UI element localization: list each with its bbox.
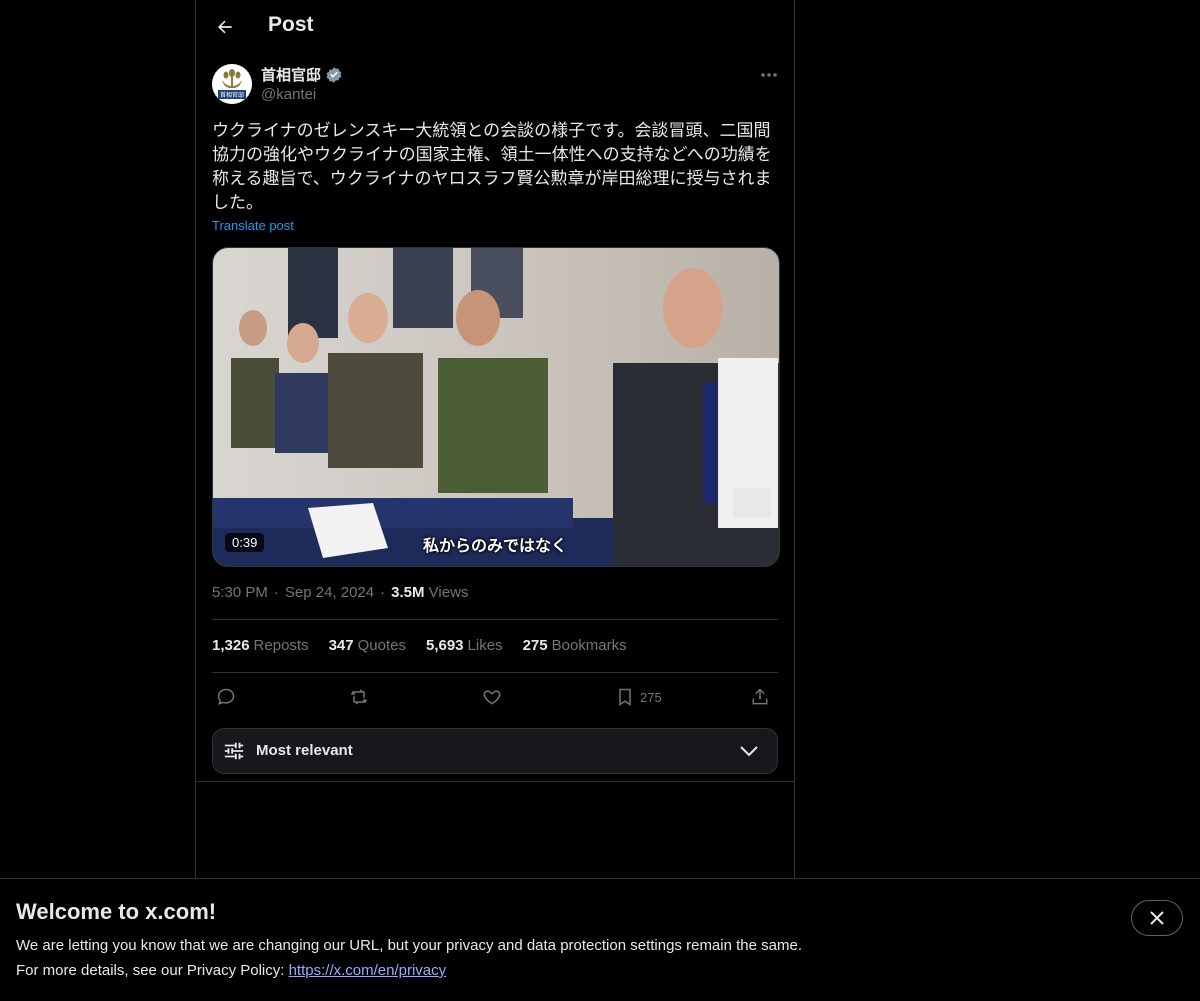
reply-button[interactable]: [216, 684, 236, 710]
main-column: Post 首相官邸 首相官邸 @kantei ウクライナのゼレンスキー大統領との…: [195, 0, 795, 878]
banner-title: Welcome to x.com!: [16, 899, 217, 924]
privacy-policy-link[interactable]: https://x.com/en/privacy: [289, 962, 447, 979]
meta-separator: ·: [380, 584, 386, 601]
bookmark-button[interactable]: 275: [616, 684, 662, 710]
avatar[interactable]: 首相官邸: [212, 64, 252, 104]
bookmark-icon: [619, 688, 631, 706]
meta-separator: ·: [273, 584, 279, 601]
close-icon: [1150, 911, 1164, 925]
likes-stat[interactable]: 5,693 Likes: [426, 637, 503, 654]
post-video[interactable]: 0:39 私からのみではなく: [212, 247, 780, 567]
svg-text:首相官邸: 首相官邸: [220, 91, 244, 99]
views-label: Views: [428, 584, 469, 601]
reply-sort-dropdown[interactable]: Most relevant: [212, 728, 778, 774]
repost-button[interactable]: [348, 684, 370, 710]
divider: [196, 781, 794, 782]
post-meta: 5:30 PM · Sep 24, 2024 · 3.5M Views: [212, 584, 468, 601]
repost-icon: [350, 689, 368, 705]
author-name-row: 首相官邸: [261, 64, 343, 85]
page-title: Post: [268, 13, 314, 36]
sliders-icon: [224, 742, 244, 760]
views-count: 3.5M: [391, 584, 425, 601]
banner-message: We are letting you know that we are chan…: [16, 937, 802, 954]
top-bar: Post: [196, 0, 794, 53]
banner-policy-prefix: For more details, see our Privacy Policy…: [16, 962, 289, 979]
back-button[interactable]: [208, 10, 242, 44]
action-bar: 275: [212, 684, 778, 710]
reply-icon: [217, 688, 235, 705]
kantei-logo-icon: 首相官邸: [212, 64, 252, 104]
banner-policy-line: For more details, see our Privacy Policy…: [16, 962, 446, 979]
divider: [212, 619, 778, 620]
more-dots-icon: [761, 73, 777, 77]
like-button[interactable]: [482, 684, 502, 710]
post-time[interactable]: 5:30 PM: [212, 584, 268, 601]
video-subtitle: 私からのみではなく: [423, 536, 568, 555]
sort-label: Most relevant: [256, 742, 353, 759]
share-icon: [752, 688, 768, 705]
post-date[interactable]: Sep 24, 2024: [285, 584, 374, 601]
video-duration: 0:39: [225, 533, 265, 552]
arrow-left-icon: [218, 20, 232, 34]
chevron-down-icon: [740, 746, 758, 757]
author-name[interactable]: 首相官邸: [261, 64, 321, 85]
translate-post-link[interactable]: Translate post: [212, 218, 294, 233]
welcome-banner: Welcome to x.com! We are letting you kno…: [0, 878, 1200, 1001]
heart-icon: [483, 690, 501, 705]
author-handle[interactable]: @kantei: [261, 86, 316, 103]
bookmark-count: 275: [640, 689, 662, 705]
bookmarks-stat[interactable]: 275 Bookmarks: [523, 637, 627, 654]
quotes-stat[interactable]: 347 Quotes: [329, 637, 406, 654]
video-thumbnail: [213, 248, 779, 566]
more-options-button[interactable]: [756, 64, 782, 86]
post-text: ウクライナのゼレンスキー大統領との会談の様子です。会談冒頭、二国間協力の強化やウ…: [212, 121, 772, 213]
reposts-stat[interactable]: 1,326 Reposts: [212, 637, 309, 654]
engagement-stats: 1,326 Reposts 347 Quotes 5,693 Likes 275 Boo…: [212, 637, 627, 654]
divider: [212, 672, 778, 673]
verified-badge-icon: [326, 66, 342, 83]
share-button[interactable]: [750, 684, 770, 710]
close-banner-button[interactable]: [1131, 900, 1183, 936]
